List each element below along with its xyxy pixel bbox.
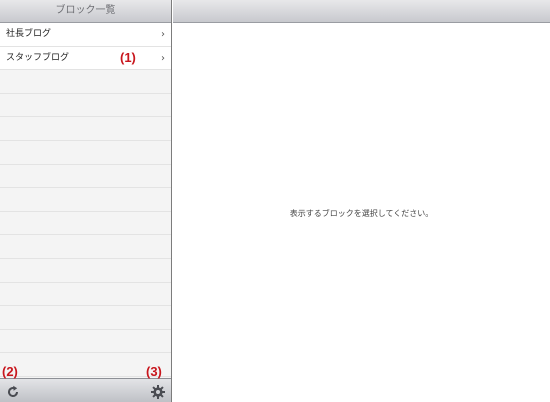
empty-list-row <box>0 117 171 141</box>
detail-header <box>173 0 550 23</box>
block-list-sidebar: ブロック一覧 社長ブログ › スタッフブログ › <box>0 0 172 402</box>
empty-list-row <box>0 235 171 259</box>
empty-list-row <box>0 70 171 94</box>
callout-2: (2) <box>2 364 18 379</box>
gear-icon[interactable] <box>151 384 165 399</box>
empty-list-row <box>0 212 171 236</box>
list-item-president-blog[interactable]: 社長ブログ › <box>0 23 171 47</box>
empty-list-row <box>0 330 171 354</box>
empty-list-row <box>0 141 171 165</box>
chevron-right-icon: › <box>161 29 165 40</box>
empty-list-row <box>0 259 171 283</box>
list-item-label: スタッフブログ <box>6 52 70 63</box>
refresh-icon[interactable] <box>6 384 20 398</box>
empty-state-message: 表示するブロックを選択してください。 <box>289 209 434 218</box>
sidebar-toolbar <box>0 378 171 402</box>
list-item-staff-blog[interactable]: スタッフブログ › <box>0 46 171 71</box>
sidebar-header: ブロック一覧 <box>0 0 171 23</box>
empty-list-row <box>0 188 171 212</box>
chevron-right-icon: › <box>161 52 165 64</box>
empty-list-row <box>0 283 171 307</box>
callout-3: (3) <box>146 364 162 379</box>
callout-1: (1) <box>120 50 136 65</box>
empty-list-row <box>0 94 171 118</box>
empty-list-row <box>0 306 171 330</box>
detail-pane: 表示するブロックを選択してください。 <box>173 23 550 402</box>
block-list: 社長ブログ › スタッフブログ › <box>0 23 171 377</box>
sidebar-title: ブロック一覧 <box>55 5 116 16</box>
empty-list-row <box>0 165 171 189</box>
list-item-label: 社長ブログ <box>6 29 52 39</box>
